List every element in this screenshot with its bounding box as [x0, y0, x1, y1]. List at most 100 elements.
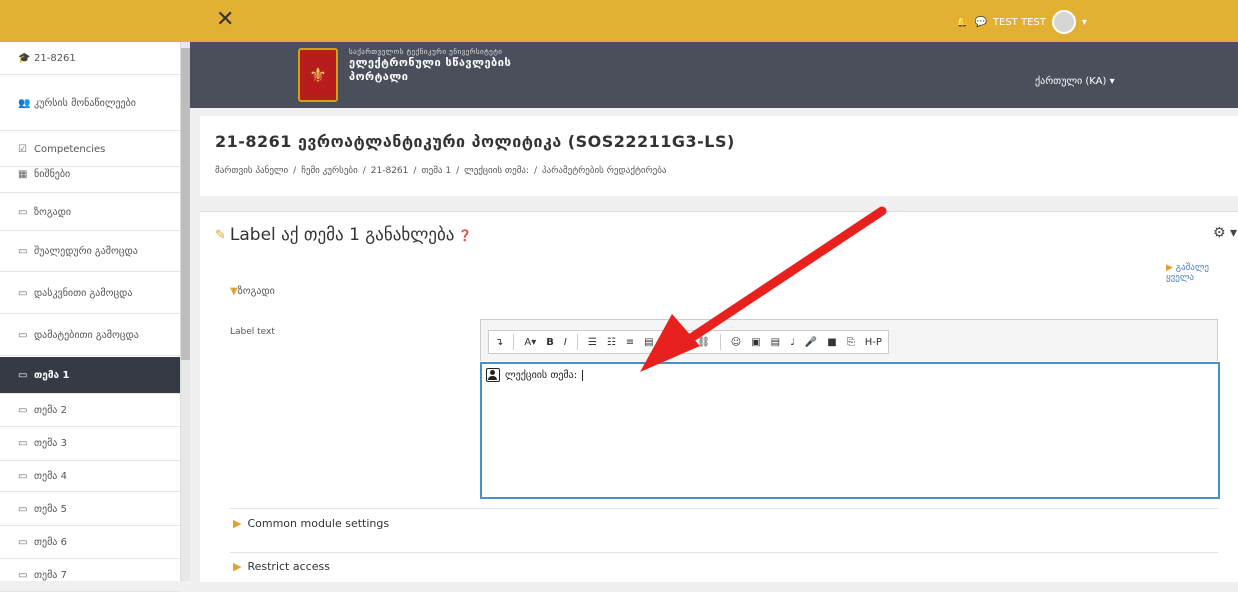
sidebar-item-label: თემა 3 — [34, 438, 67, 449]
bell-icon[interactable]: 🔔 — [956, 17, 968, 28]
breadcrumb-separator: / — [413, 166, 417, 176]
sidebar-item[interactable]: ▭ დასკვნითი გამოცდა — [0, 273, 180, 314]
sidebar-item[interactable]: ▭ თემა 1 — [0, 357, 180, 394]
text-caret — [582, 369, 584, 381]
sidebar-item-label: შუალედური გამოცდა — [34, 246, 138, 257]
folder-icon: ▭ — [18, 369, 28, 381]
editor-content[interactable]: ლექციის თემა: — [486, 368, 584, 382]
chevron-down-icon[interactable]: ▾ — [1082, 17, 1087, 28]
emoji-button[interactable]: ☺ — [731, 337, 741, 348]
media-button[interactable]: ▤ — [771, 337, 780, 348]
avatar[interactable] — [1051, 10, 1076, 34]
breadcrumb-item[interactable]: ჩემი კურსები — [301, 166, 358, 176]
bold-button[interactable]: B — [546, 337, 554, 348]
font-color-button[interactable]: A▾ — [524, 337, 536, 348]
folder-icon: ▭ — [18, 206, 28, 218]
sidebar-item[interactable]: ▭ თემა 5 — [0, 493, 180, 526]
sidebar-item-label: დამატებითი გამოცდა — [34, 329, 139, 341]
editor-text: ლექციის თემა: — [505, 369, 578, 381]
graduation-cap-icon: 🎓 — [18, 52, 31, 64]
close-sidebar-button[interactable]: ✕ — [216, 9, 234, 31]
user-name[interactable]: TEST TEST — [993, 17, 1046, 28]
toolbar-buttons: ↴ A▾ B I ☰ ☷ ≡ ▤ 🔗 ⛓ ☺ ▣ ▤ ♩ 🎤 ■ ⎘ H-P — [488, 330, 889, 354]
record-audio-button[interactable]: 🎤 — [805, 337, 817, 348]
heading-text: Label აქ თემა 1 განახლება — [229, 225, 455, 245]
sidebar-item[interactable]: ▭ შუალედური გამოცდა — [0, 232, 180, 272]
folder-icon: ▭ — [18, 329, 28, 341]
h5p-button[interactable]: H-P — [865, 337, 882, 348]
divider — [230, 508, 1218, 509]
image-button[interactable]: ▣ — [751, 337, 760, 348]
sidebar-item-label: ნიშნები — [34, 168, 71, 180]
record-video-button[interactable]: ■ — [827, 337, 836, 348]
unordered-list-button[interactable]: ☰ — [588, 337, 597, 348]
indent-toggle-button[interactable]: ↴ — [495, 337, 503, 348]
sidebar-item[interactable]: ▭ თემა 6 — [0, 527, 180, 559]
logo-subtitle: საქართველოს ტექნიკური უნივერსიტეტი — [349, 48, 503, 56]
italic-button[interactable]: I — [564, 337, 567, 348]
link-button[interactable]: 🔗 — [675, 337, 687, 348]
help-icon[interactable]: ❓ — [458, 229, 472, 242]
expand-all-link[interactable]: ▶ გაშალე ყველა — [1166, 263, 1238, 283]
sidebar-item-label: 21-8261 — [34, 52, 76, 64]
sidebar-item[interactable]: ▭ დამატებითი გამოცდა — [0, 315, 180, 356]
chat-icon[interactable]: 💬 — [974, 17, 986, 28]
toolbar-separator — [719, 334, 721, 350]
label-text-editor[interactable]: ლექციის თემა: — [480, 362, 1220, 499]
language-selector[interactable]: ქართული (KA) ▾ — [1035, 76, 1115, 87]
breadcrumb-item[interactable]: თემა 1 — [421, 166, 451, 176]
sidebar-item-label: თემა 5 — [34, 503, 67, 515]
divider — [230, 552, 1218, 553]
breadcrumb-item[interactable]: 21-8261 — [371, 166, 409, 176]
folder-icon: ▭ — [18, 405, 28, 416]
gear-icon[interactable]: ⚙ ▾ — [1213, 225, 1237, 241]
site-logo[interactable]: საქართველოს ტექნიკური უნივერსიტეტი ელექტ… — [349, 48, 511, 84]
folder-icon: ▭ — [18, 287, 28, 299]
folder-icon: ▭ — [18, 438, 28, 449]
sidebar-item[interactable]: ▭ თემა 7 — [0, 560, 180, 592]
sidebar-item[interactable]: ▭ თემა 4 — [0, 462, 180, 492]
course-header — [200, 116, 1238, 196]
audio-button[interactable]: ♩ — [790, 337, 795, 348]
sidebar-item-label: თემა 1 — [34, 369, 70, 381]
breadcrumb-item[interactable]: ლექციის თემა: — [464, 166, 529, 176]
page-title: 21-8261 ევროატლანტიკური პოლიტიკა (SOS222… — [215, 132, 735, 151]
caret-right-icon: ▶ — [1166, 263, 1173, 273]
logo-title-line2: პორტალი — [349, 70, 409, 83]
ordered-list-button[interactable]: ☷ — [607, 337, 616, 348]
sidebar-item[interactable]: 🎓 21-8261 — [0, 42, 180, 75]
course-sidebar: 🎓 21-8261 👥 კურსის მონაწილეები ☑ Competencies… — [0, 42, 181, 592]
checkbox-icon: ☑ — [18, 143, 27, 155]
breadcrumb-item[interactable]: პარამეტრების რედაქტირება — [542, 166, 666, 176]
user-menu[interactable]: 🔔 💬 TEST TEST ▾ — [956, 10, 1087, 34]
folder-icon: ▭ — [18, 246, 28, 257]
folder-icon: ▭ — [18, 537, 28, 548]
sidebar-scroll-thumb[interactable] — [181, 48, 190, 360]
sidebar-item[interactable]: ▭ თემა 3 — [0, 427, 180, 461]
page-heading: ✎ Label აქ თემა 1 განახლება ❓ — [215, 225, 472, 245]
teacher-icon — [486, 368, 500, 382]
common-module-settings-toggle[interactable]: ▶ Common module settings — [233, 517, 389, 530]
sidebar-item[interactable]: ▭ ზოგადი — [0, 194, 180, 231]
copy-button[interactable]: ⎘ — [847, 337, 855, 348]
sidebar-item[interactable]: 👥 კურსის მონაწილეები — [0, 76, 180, 131]
breadcrumb-item[interactable]: მართვის პანელი — [215, 166, 288, 176]
general-section-toggle[interactable]: ▼ზოგადი — [230, 286, 275, 297]
sidebar-item[interactable]: ▦ ნიშნები — [0, 156, 180, 193]
unlink-button[interactable]: ⛓ — [697, 337, 710, 348]
folder-icon: ▭ — [18, 503, 28, 515]
table-button[interactable]: ▤ — [644, 337, 653, 348]
toolbar-separator — [513, 334, 515, 350]
align-button[interactable]: ≡ — [626, 337, 634, 348]
breadcrumb-separator: / — [456, 166, 460, 176]
label-pencil-icon: ✎ — [215, 227, 226, 243]
general-section-label: ზოგადი — [237, 286, 275, 297]
sidebar-item-label: ზოგადი — [34, 206, 72, 218]
folder-icon: ▭ — [18, 570, 28, 581]
sidebar-item[interactable]: ▭ თემა 2 — [0, 395, 180, 427]
toolbar-separator — [576, 334, 578, 350]
restrict-access-toggle[interactable]: ▶ Restrict access — [233, 560, 330, 573]
users-icon: 👥 — [18, 97, 31, 109]
common-settings-label: Common module settings — [247, 517, 390, 530]
university-emblem-icon[interactable]: ⚜ — [298, 48, 338, 102]
